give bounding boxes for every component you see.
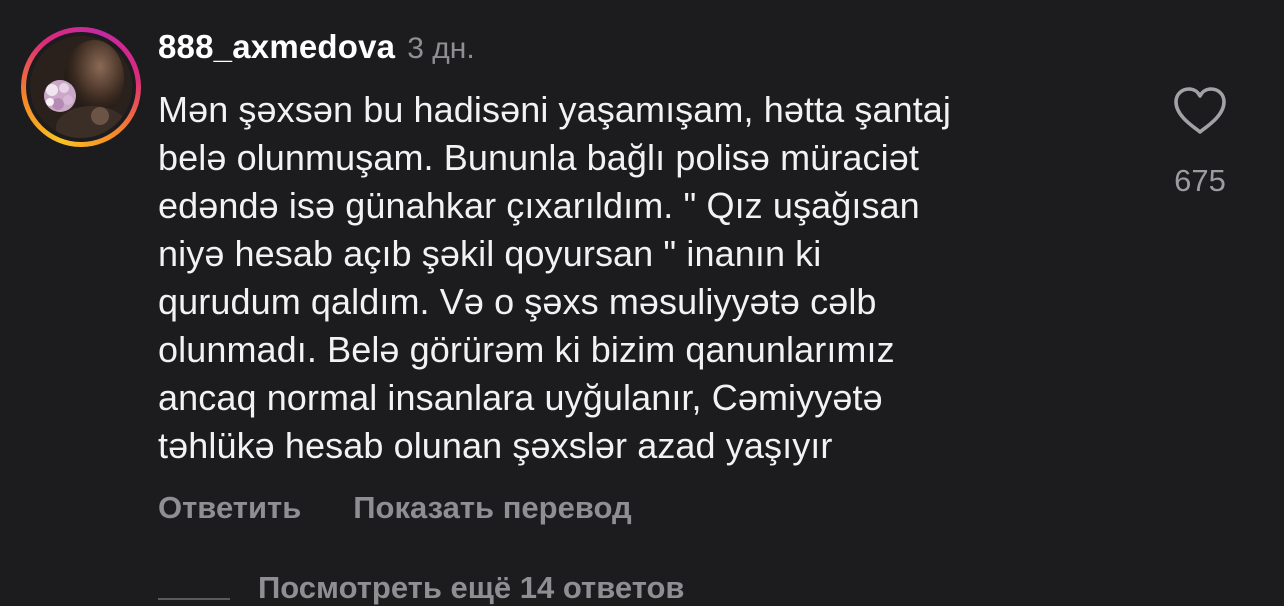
comment-actions: Ответить Показать перевод (158, 490, 632, 526)
comment-header: 888_axmedova 3 дн. (158, 28, 475, 74)
reply-button[interactable]: Ответить (158, 490, 301, 526)
avatar[interactable] (21, 27, 141, 147)
show-translation-button[interactable]: Показать перевод (353, 490, 631, 526)
view-replies-button[interactable]: Посмотреть ещё 14 ответов (158, 570, 684, 606)
comment-item: 888_axmedova 3 дн. Mən şəxsən bu hadisən… (0, 0, 1284, 605)
comment-text: Mən şəxsən bu hadisəni yaşamışam, hətta … (158, 89, 952, 466)
like-count: 675 (1174, 163, 1226, 198)
heart-outline-icon (1174, 87, 1226, 134)
like-button[interactable] (1172, 86, 1228, 136)
avatar-story-ring-gap (26, 32, 136, 142)
username-link[interactable]: 888_axmedova (158, 28, 395, 66)
view-replies-label: Посмотреть ещё 14 ответов (258, 570, 685, 605)
avatar-photo (30, 36, 132, 138)
replies-divider-line (158, 598, 230, 600)
avatar-image (30, 36, 132, 138)
comment-timestamp: 3 дн. (407, 32, 475, 65)
